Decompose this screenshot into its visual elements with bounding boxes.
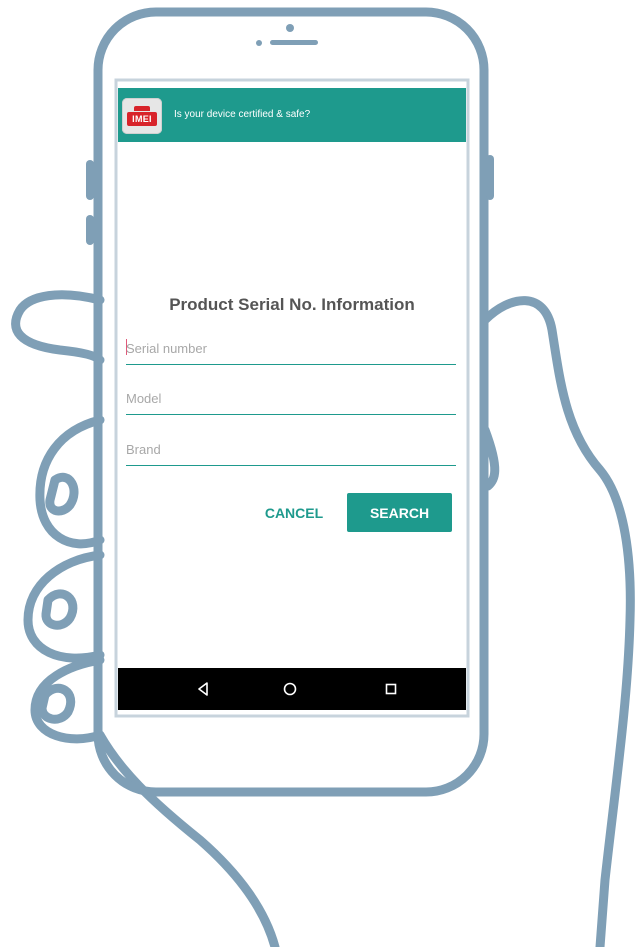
search-button[interactable]: SEARCH [347,493,452,532]
form-title: Product Serial No. Information [169,295,415,314]
header-title: Is your device certified & safe? [174,109,311,120]
recent-apps-square-icon[interactable] [376,674,406,704]
phone-screen: IMEI Is your device certified & safe? Pr… [118,88,466,712]
app-logo-icon: IMEI [122,98,162,134]
cancel-button[interactable]: CANCEL [254,494,334,532]
serial-number-field-container [126,334,456,365]
model-input[interactable] [126,386,446,410]
serial-number-input[interactable] [126,336,446,360]
android-nav-bar [118,668,466,710]
back-triangle-icon[interactable] [188,674,218,704]
app-header: IMEI Is your device certified & safe? [118,88,466,142]
stage: IMEI Is your device certified & safe? Pr… [0,0,636,947]
brand-field-container [126,435,456,466]
model-field-container [126,384,456,415]
brand-input[interactable] [126,437,446,461]
home-circle-icon[interactable] [275,674,305,704]
